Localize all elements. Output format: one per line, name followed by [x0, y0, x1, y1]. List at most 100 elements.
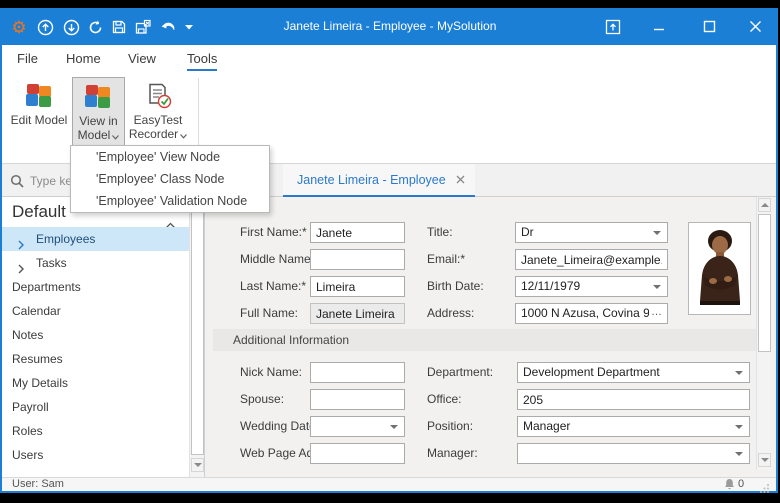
- office-label: Office:: [427, 389, 461, 410]
- sidebar-item-my-details[interactable]: My Details: [2, 371, 204, 395]
- edit-model-label: Edit Model: [8, 113, 70, 127]
- easytest-icon: [145, 83, 172, 109]
- combo-caret-icon[interactable]: [735, 452, 743, 456]
- window-title: Janete Limeira - Employee - MySolution: [240, 19, 540, 33]
- scroll-down-icon[interactable]: [191, 458, 204, 472]
- position-label: Position:: [427, 416, 473, 437]
- save-close-icon[interactable]: [132, 17, 154, 37]
- address-label: Address:: [427, 303, 474, 324]
- combo-caret-icon[interactable]: [653, 231, 661, 235]
- view-in-model-dropdown-menu: 'Employee' View Node 'Employee' Class No…: [70, 145, 270, 213]
- ribbon-tab-file[interactable]: File: [17, 51, 38, 66]
- email-label: Email:*: [427, 249, 465, 270]
- sidebar-item-users[interactable]: Users: [2, 443, 204, 467]
- title-label: Title:: [427, 222, 453, 243]
- resize-grip[interactable]: [760, 480, 770, 498]
- first-name-input[interactable]: [310, 222, 405, 243]
- sidebar-scrollbar-thumb[interactable]: [191, 212, 204, 455]
- employee-detail-form: First Name:* Title: Dr Middle Name: Emai…: [205, 197, 776, 477]
- minimize-button[interactable]: [644, 8, 674, 45]
- sidebar-scrollbar[interactable]: [189, 197, 204, 477]
- title-bar: ⚙ Janete Limeira - Employee - MySolution: [0, 8, 778, 45]
- notification-count: 0: [738, 478, 744, 490]
- tab-close-icon[interactable]: [456, 175, 465, 184]
- model-icon: [85, 84, 112, 110]
- main-body: Default Employees Tasks Departments Cale…: [2, 197, 776, 477]
- combo-caret-icon[interactable]: [735, 425, 743, 429]
- menu-item-view-node[interactable]: 'Employee' View Node: [71, 146, 269, 168]
- address-field[interactable]: 1000 N Azusa, Covina 9...…: [515, 303, 668, 324]
- ribbon-tab-tools[interactable]: Tools: [187, 51, 217, 71]
- scroll-down-icon[interactable]: [758, 453, 771, 467]
- chevron-down-icon: [180, 128, 187, 142]
- web-page-address-input[interactable]: [310, 443, 405, 464]
- department-combo[interactable]: Development Department: [517, 362, 750, 383]
- last-name-label: Last Name:*: [240, 276, 306, 297]
- title-combo[interactable]: Dr: [515, 222, 668, 243]
- save-icon[interactable]: [108, 17, 130, 37]
- qat-more-caret-icon[interactable]: [182, 17, 196, 37]
- ribbon-tab-view[interactable]: View: [128, 51, 156, 66]
- bell-icon: [724, 478, 735, 490]
- model-icon: [26, 83, 53, 109]
- additional-information-header[interactable]: Additional Information: [213, 329, 758, 351]
- search-icon: [10, 174, 24, 188]
- middle-name-input[interactable]: [310, 249, 405, 270]
- combo-caret-icon[interactable]: [735, 371, 743, 375]
- sidebar-item-departments[interactable]: Departments: [2, 275, 204, 299]
- sidebar-item-resumes[interactable]: Resumes: [2, 347, 204, 371]
- birth-date-picker[interactable]: 12/11/1979: [515, 276, 668, 297]
- app-gear-icon[interactable]: ⚙: [8, 17, 30, 37]
- nick-name-input[interactable]: [310, 362, 405, 383]
- sidebar-item-calendar[interactable]: Calendar: [2, 299, 204, 323]
- document-tab[interactable]: Janete Limeira - Employee: [283, 164, 475, 197]
- wedding-date-label: Wedding Date:: [240, 416, 319, 437]
- last-name-input[interactable]: [310, 276, 405, 297]
- sidebar-item-roles[interactable]: Roles: [2, 419, 204, 443]
- easytest-recorder-label: EasyTest Recorder: [129, 113, 183, 141]
- status-bar: User: Sam 0: [2, 477, 776, 491]
- sidebar-item-payroll[interactable]: Payroll: [2, 395, 204, 419]
- employee-photo[interactable]: [688, 222, 751, 315]
- refresh-icon[interactable]: [84, 17, 106, 37]
- document-tab-label: Janete Limeira - Employee: [297, 173, 446, 187]
- middle-name-label: Middle Name:: [240, 249, 314, 270]
- sidebar-item-notes[interactable]: Notes: [2, 323, 204, 347]
- nav-down-icon[interactable]: [60, 17, 82, 37]
- spouse-label: Spouse:: [240, 389, 284, 410]
- main-scrollbar-thumb[interactable]: [758, 214, 771, 352]
- nick-name-label: Nick Name:: [240, 362, 302, 383]
- full-name-label: Full Name:: [240, 303, 298, 324]
- nav-up-icon[interactable]: [34, 17, 56, 37]
- ellipsis-button[interactable]: …: [649, 306, 664, 321]
- main-scrollbar[interactable]: [756, 197, 771, 470]
- maximize-button[interactable]: [694, 8, 724, 45]
- notifications[interactable]: 0: [724, 478, 744, 490]
- position-combo[interactable]: Manager: [517, 416, 750, 437]
- combo-caret-icon[interactable]: [653, 285, 661, 289]
- status-user: User: Sam: [12, 478, 64, 490]
- navigation-sidebar: Default Employees Tasks Departments Cale…: [2, 197, 205, 477]
- email-input[interactable]: [515, 249, 668, 270]
- wedding-date-picker[interactable]: [310, 416, 405, 437]
- scroll-up-icon[interactable]: [758, 198, 771, 212]
- ribbon-tab-home[interactable]: Home: [66, 51, 101, 66]
- full-name-input: [310, 303, 405, 324]
- edit-model-button[interactable]: Edit Model: [8, 77, 70, 159]
- office-input[interactable]: [517, 389, 750, 410]
- first-name-label: First Name:*: [240, 222, 307, 243]
- menu-item-validation-node[interactable]: 'Employee' Validation Node: [71, 190, 269, 212]
- sidebar-item-employees[interactable]: Employees: [2, 227, 204, 251]
- department-label: Department:: [427, 362, 493, 383]
- combo-caret-icon[interactable]: [390, 425, 398, 429]
- toggle-ribbon-icon[interactable]: [598, 8, 628, 45]
- manager-combo[interactable]: [517, 443, 750, 464]
- menu-item-class-node[interactable]: 'Employee' Class Node: [71, 168, 269, 190]
- birth-date-label: Birth Date:: [427, 276, 484, 297]
- close-button[interactable]: [740, 8, 770, 45]
- spouse-input[interactable]: [310, 389, 405, 410]
- sidebar-item-tasks[interactable]: Tasks: [2, 251, 204, 275]
- window-content: File Home View Tools Edit Model View in …: [2, 45, 776, 491]
- chevron-down-icon: [112, 129, 119, 143]
- undo-icon[interactable]: [158, 17, 180, 37]
